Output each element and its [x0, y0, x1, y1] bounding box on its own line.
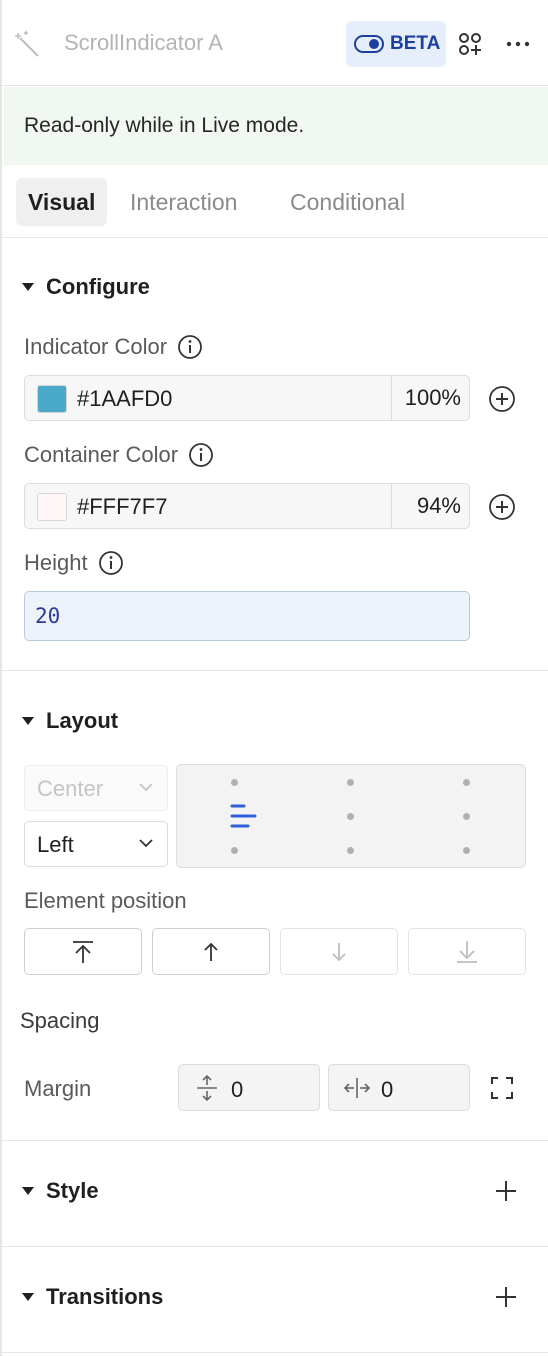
tab-visual[interactable]: Visual	[16, 178, 108, 226]
vertical-spacing-icon	[197, 1074, 217, 1102]
configure-section-header[interactable]: Configure	[22, 274, 150, 300]
configure-title: Configure	[46, 274, 150, 299]
move-up-button[interactable]	[152, 928, 270, 975]
vertical-align-value: Center	[37, 776, 104, 801]
components-icon[interactable]	[456, 30, 484, 58]
expand-icon[interactable]	[490, 1076, 514, 1100]
section-divider	[2, 1246, 548, 1247]
info-icon[interactable]	[98, 550, 124, 576]
alignment-dot[interactable]	[347, 813, 354, 820]
style-section-header[interactable]: Style	[22, 1178, 99, 1204]
indicator-color-field[interactable]: #1AAFD0 100%	[24, 375, 470, 421]
element-position-label-text: Element position	[24, 888, 187, 913]
arrow-to-top-icon	[73, 940, 93, 963]
alignment-dot[interactable]	[231, 847, 238, 854]
style-title: Style	[46, 1178, 99, 1203]
horizontal-spacing-icon	[343, 1078, 371, 1098]
chevron-down-icon	[139, 839, 153, 848]
section-divider	[2, 670, 548, 671]
margin-vertical-input[interactable]: 0	[178, 1064, 320, 1111]
add-circle-icon[interactable]	[488, 385, 516, 413]
properties-panel: ScrollIndicator A BETA Read-only while i…	[0, 0, 548, 1356]
add-circle-icon[interactable]	[488, 493, 516, 521]
move-down-button[interactable]	[280, 928, 398, 975]
transitions-section-header[interactable]: Transitions	[22, 1284, 163, 1310]
indicator-color-hex[interactable]: #1AAFD0	[77, 386, 172, 412]
caret-down-icon	[22, 1187, 34, 1195]
alignment-dot[interactable]	[231, 779, 238, 786]
section-divider	[2, 1352, 548, 1353]
live-mode-banner: Read-only while in Live mode.	[4, 87, 548, 165]
element-position-label: Element position	[24, 888, 187, 914]
container-color-label-text: Container Color	[24, 442, 179, 467]
alignment-dot[interactable]	[347, 847, 354, 854]
arrow-up-icon	[204, 942, 218, 961]
alignment-dot[interactable]	[463, 779, 470, 786]
caret-down-icon	[22, 1293, 34, 1301]
add-transition-icon[interactable]	[494, 1285, 518, 1309]
chevron-down-icon	[139, 783, 153, 792]
layout-title: Layout	[46, 708, 119, 733]
tab-conditional[interactable]: Conditional	[278, 178, 417, 226]
caret-down-icon	[22, 717, 34, 725]
layout-section-header[interactable]: Layout	[22, 708, 118, 734]
margin-vertical-value[interactable]: 0	[231, 1077, 243, 1103]
indicator-color-label-text: Indicator Color	[24, 334, 168, 359]
section-divider	[2, 1140, 548, 1141]
panel-header: ScrollIndicator A BETA	[2, 0, 548, 86]
info-icon[interactable]	[188, 442, 214, 468]
beta-label: BETA	[390, 33, 441, 54]
container-color-hex[interactable]: #FFF7F7	[77, 494, 167, 520]
alignment-dot[interactable]	[347, 779, 354, 786]
beta-toggle-button[interactable]: BETA	[346, 21, 446, 67]
spacing-heading: Spacing	[20, 1008, 100, 1033]
arrow-down-icon	[332, 942, 346, 961]
indicator-color-swatch[interactable]	[37, 385, 67, 413]
add-style-icon[interactable]	[494, 1179, 518, 1203]
height-label-text: Height	[24, 550, 88, 575]
horizontal-align-select[interactable]: Left	[24, 821, 168, 867]
move-to-top-button[interactable]	[24, 928, 142, 975]
caret-down-icon	[22, 283, 34, 291]
tab-bar: Visual Interaction Conditional	[2, 166, 548, 238]
container-color-label: Container Color	[24, 442, 214, 468]
container-color-swatch[interactable]	[37, 493, 67, 521]
vertical-align-select: Center	[24, 765, 168, 811]
margin-horizontal-value[interactable]: 0	[381, 1077, 393, 1103]
alignment-grid[interactable]	[176, 764, 526, 868]
transitions-title: Transitions	[46, 1284, 164, 1309]
indicator-color-opacity[interactable]: 100%	[391, 376, 469, 420]
container-color-opacity[interactable]: 94%	[391, 484, 469, 528]
height-input[interactable]: 20	[24, 591, 470, 641]
margin-horizontal-input[interactable]: 0	[328, 1064, 470, 1111]
indicator-color-label: Indicator Color	[24, 334, 203, 360]
magic-wand-icon	[15, 31, 39, 57]
info-icon[interactable]	[177, 334, 203, 360]
alignment-dot[interactable]	[463, 847, 470, 854]
margin-label: Margin	[24, 1076, 92, 1101]
toggle-icon	[354, 35, 384, 53]
tab-interaction[interactable]: Interaction	[118, 178, 249, 226]
height-label: Height	[24, 550, 124, 576]
move-to-bottom-button[interactable]	[408, 928, 526, 975]
element-title[interactable]: ScrollIndicator A	[64, 30, 223, 56]
arrow-to-bottom-icon	[457, 940, 477, 963]
align-left-indicator-icon[interactable]	[229, 803, 259, 829]
banner-text: Read-only while in Live mode.	[24, 114, 305, 137]
alignment-dot[interactable]	[463, 813, 470, 820]
more-icon[interactable]	[504, 30, 532, 58]
horizontal-align-value: Left	[37, 832, 74, 857]
container-color-field[interactable]: #FFF7F7 94%	[24, 483, 470, 529]
